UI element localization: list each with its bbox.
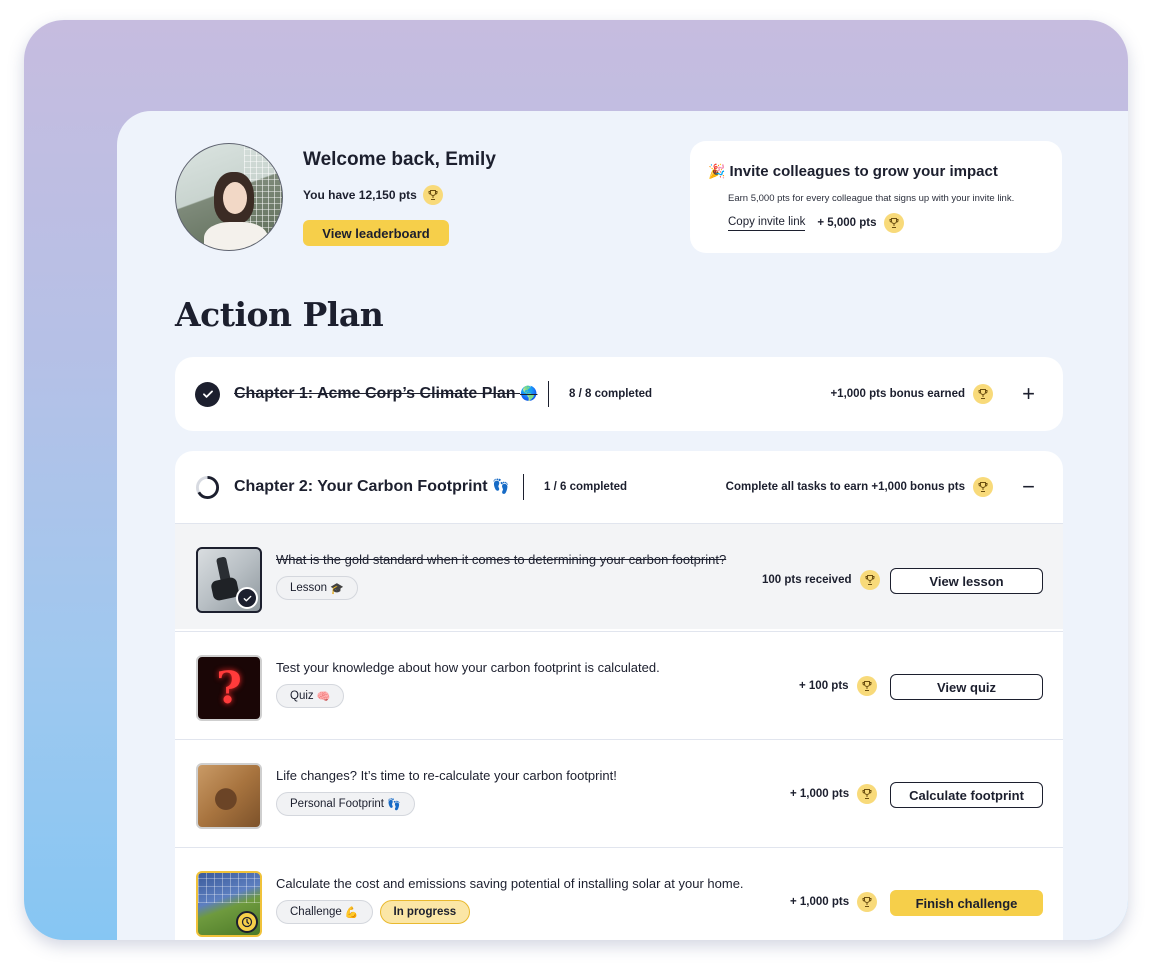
footprints-icon: 👣 bbox=[492, 479, 510, 495]
brain-icon: 🧠 bbox=[316, 689, 331, 703]
chapter-title: Chapter 1: Acme Corp’s Climate Plan 🌎 bbox=[234, 385, 538, 402]
trophy-icon bbox=[856, 676, 877, 696]
task-points: + 1,000 pts bbox=[790, 892, 878, 912]
chapter-progress: 1 / 6 completed bbox=[544, 481, 628, 493]
task-row: Calculate the cost and emissions saving … bbox=[175, 847, 1063, 940]
points-text: You have 12,150 pts bbox=[303, 188, 417, 202]
trophy-icon bbox=[857, 784, 878, 804]
view-lesson-button[interactable]: View lesson bbox=[890, 568, 1043, 594]
task-tags: Quiz 🧠 bbox=[276, 684, 345, 708]
party-popper-icon: 🎉 bbox=[708, 163, 726, 180]
main-panel: Welcome back, Emily You have 12,150 pts … bbox=[117, 111, 1128, 940]
avatar[interactable] bbox=[175, 143, 283, 251]
welcome-heading: Welcome back, Emily bbox=[303, 149, 496, 170]
tag-personal-footprint: Personal Footprint 👣 bbox=[276, 792, 415, 816]
chapter-bonus: +1,000 pts bonus earned bbox=[830, 384, 993, 404]
chapter-title: Chapter 2: Your Carbon Footprint 👣 bbox=[234, 478, 510, 495]
lesson-thumbnail bbox=[196, 547, 262, 613]
task-points: 100 pts received bbox=[762, 570, 880, 590]
view-leaderboard-button[interactable]: View leaderboard bbox=[303, 220, 449, 246]
globe-icon: 🌎 bbox=[520, 386, 538, 402]
copy-invite-link[interactable]: Copy invite link bbox=[728, 216, 806, 231]
chapter-card-1[interactable]: Chapter 1: Acme Corp’s Climate Plan 🌎 8 … bbox=[175, 357, 1063, 431]
divider bbox=[548, 381, 549, 407]
solar-thumbnail bbox=[196, 871, 262, 937]
divider bbox=[523, 474, 524, 500]
trophy-icon bbox=[973, 384, 993, 404]
footprints-icon: 👣 bbox=[386, 797, 401, 811]
chapter-header[interactable]: Chapter 1: Acme Corp’s Climate Plan 🌎 8 … bbox=[175, 357, 1063, 431]
points-balance: You have 12,150 pts bbox=[303, 185, 443, 205]
tag-challenge: Challenge 💪 bbox=[276, 900, 373, 924]
invite-card: 🎉 Invite colleagues to grow your impact … bbox=[690, 141, 1062, 253]
graduation-cap-icon: 🎓 bbox=[330, 581, 344, 595]
task-title: Calculate the cost and emissions saving … bbox=[276, 876, 744, 891]
task-row: What is the gold standard when it comes … bbox=[175, 523, 1063, 629]
trophy-icon bbox=[859, 570, 880, 590]
task-tags: Personal Footprint 👣 bbox=[276, 792, 415, 816]
clock-icon bbox=[236, 911, 258, 933]
calculate-footprint-button[interactable]: Calculate footprint bbox=[890, 782, 1043, 808]
app-window: Welcome back, Emily You have 12,150 pts … bbox=[24, 20, 1128, 940]
invite-subtitle: Earn 5,000 pts for every colleague that … bbox=[728, 193, 1015, 204]
expand-icon[interactable]: + bbox=[1022, 383, 1035, 405]
invite-reward: + 5,000 pts bbox=[817, 213, 905, 233]
status-badge: In progress bbox=[379, 900, 471, 924]
tag-quiz: Quiz 🧠 bbox=[276, 684, 345, 708]
trophy-icon bbox=[973, 477, 993, 497]
collapse-icon[interactable]: − bbox=[1022, 476, 1035, 498]
page-title: Action Plan bbox=[175, 295, 384, 334]
finish-challenge-button[interactable]: Finish challenge bbox=[890, 890, 1043, 916]
task-title: Test your knowledge about how your carbo… bbox=[276, 660, 660, 675]
tag-lesson: Lesson 🎓 bbox=[276, 576, 358, 600]
task-points: + 1,000 pts bbox=[790, 784, 878, 804]
check-circle-icon bbox=[195, 381, 220, 407]
task-points: + 100 pts bbox=[799, 676, 877, 696]
trophy-icon bbox=[857, 892, 878, 912]
trophy-icon bbox=[884, 213, 905, 233]
task-title: What is the gold standard when it comes … bbox=[276, 552, 727, 567]
progress-ring-icon bbox=[195, 475, 220, 499]
chapter-progress: 8 / 8 completed bbox=[569, 388, 653, 400]
chapter-card-2: Chapter 2: Your Carbon Footprint 👣 1 / 6… bbox=[175, 451, 1063, 940]
task-title: Life changes? It’s time to re-calculate … bbox=[276, 768, 617, 783]
task-tags: Lesson 🎓 bbox=[276, 576, 358, 600]
completed-check-icon bbox=[236, 587, 258, 609]
view-quiz-button[interactable]: View quiz bbox=[890, 674, 1043, 700]
task-row: Life changes? It’s time to re-calculate … bbox=[175, 739, 1063, 845]
chapter-bonus: Complete all tasks to earn +1,000 bonus … bbox=[726, 477, 993, 497]
footprint-thumbnail bbox=[196, 763, 262, 829]
invite-title: 🎉 Invite colleagues to grow your impact bbox=[708, 163, 998, 180]
task-tags: Challenge 💪 In progress bbox=[276, 900, 471, 924]
chapter-header[interactable]: Chapter 2: Your Carbon Footprint 👣 1 / 6… bbox=[175, 451, 1063, 523]
flexed-biceps-icon: 💪 bbox=[344, 905, 359, 919]
quiz-thumbnail: ? bbox=[196, 655, 262, 721]
trophy-icon bbox=[422, 185, 443, 205]
task-row: ? Test your knowledge about how your car… bbox=[175, 631, 1063, 737]
